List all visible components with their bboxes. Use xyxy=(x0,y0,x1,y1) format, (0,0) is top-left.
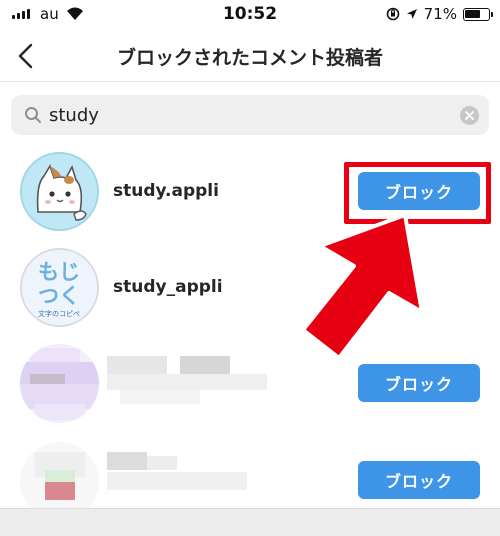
close-icon xyxy=(465,111,474,120)
block-button[interactable]: ブロック xyxy=(358,364,480,402)
avatar-pixelated xyxy=(20,344,99,423)
avatar xyxy=(20,152,99,231)
search-bar[interactable] xyxy=(11,95,489,135)
username-pixelated xyxy=(107,356,167,374)
battery-percentage: 71% xyxy=(423,5,457,23)
svg-text:文字のコピペ: 文字のコピペ xyxy=(38,309,80,318)
svg-text:もじ: もじ xyxy=(38,260,80,284)
username-pixelated xyxy=(107,452,147,470)
orientation-lock-icon xyxy=(386,7,399,21)
navigation-bar: ブロックされたコメント投稿者 xyxy=(0,30,500,82)
block-button[interactable]: ブロック xyxy=(358,461,480,499)
svg-text:つく: つく xyxy=(38,284,80,308)
red-arrow-icon xyxy=(301,213,424,360)
username[interactable]: study.appli xyxy=(113,181,219,201)
search-input[interactable] xyxy=(49,99,449,131)
avatar: もじ つく 文字のコピペ xyxy=(20,248,99,327)
page-title: ブロックされたコメント投稿者 xyxy=(116,47,383,69)
mojitsuku-logo-image: もじ つく 文字のコピペ xyxy=(22,250,97,325)
username[interactable]: study_appli xyxy=(113,277,223,297)
search-icon xyxy=(25,107,41,123)
clear-search-button[interactable] xyxy=(460,106,479,125)
location-arrow-icon xyxy=(406,9,417,19)
battery-icon xyxy=(463,7,493,21)
cat-avatar-image xyxy=(22,154,97,229)
status-bar: au 10:52 71% xyxy=(0,0,500,30)
bottom-bar xyxy=(0,508,500,536)
